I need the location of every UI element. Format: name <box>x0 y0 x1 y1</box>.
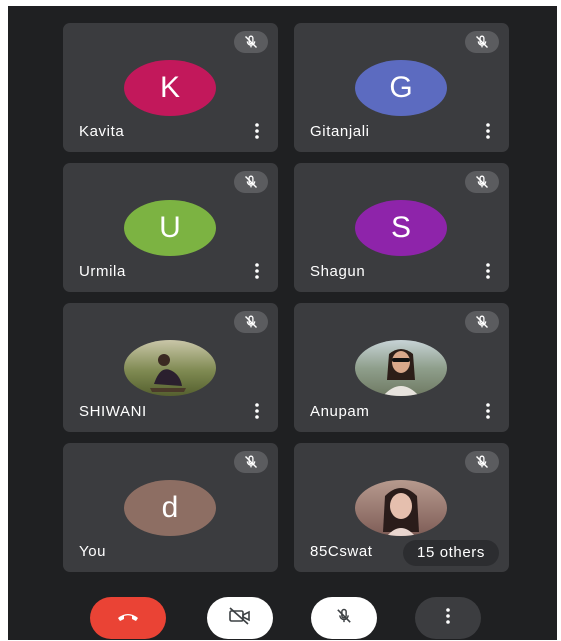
participant-name: Gitanjali <box>310 123 370 140</box>
mic-toggle-button[interactable] <box>311 597 377 639</box>
participant-name: SHIWANI <box>79 403 147 420</box>
participant-name: You <box>79 543 107 560</box>
mic-off-icon <box>234 171 268 193</box>
participant-name: Kavita <box>79 123 125 140</box>
participant-tile-you[interactable]: d You <box>63 443 278 572</box>
mic-off-icon <box>465 31 499 53</box>
participant-tile-kavita[interactable]: K Kavita <box>63 23 278 152</box>
end-call-button[interactable] <box>90 597 166 639</box>
avatar-photo <box>355 340 447 396</box>
participant-name: Anupam <box>310 403 370 420</box>
more-options-icon[interactable] <box>481 122 495 140</box>
more-options-icon[interactable] <box>481 402 495 420</box>
participant-tile-shiwani[interactable]: SHIWANI <box>63 303 278 432</box>
avatar: K <box>124 60 216 116</box>
others-count-badge[interactable]: 15 others <box>403 540 499 566</box>
mic-off-icon <box>234 311 268 333</box>
meeting-screen: K Kavita G Gitanjali U Urmila S Shagun S… <box>8 6 557 640</box>
avatar: G <box>355 60 447 116</box>
more-options-icon[interactable] <box>250 262 264 280</box>
participant-tile-85cswat[interactable]: 85Cswat 15 others <box>294 443 509 572</box>
avatar: U <box>124 200 216 256</box>
avatar-initial: G <box>389 71 413 104</box>
mic-off-icon <box>234 451 268 473</box>
avatar-initial: U <box>159 211 181 244</box>
avatar-initial: d <box>161 491 179 524</box>
mic-off-icon <box>465 311 499 333</box>
participant-name: Urmila <box>79 263 126 280</box>
participant-tile-urmila[interactable]: U Urmila <box>63 163 278 292</box>
camera-off-icon <box>228 606 252 630</box>
avatar-photo <box>124 340 216 396</box>
more-options-icon[interactable] <box>250 122 264 140</box>
avatar-photo <box>355 480 447 536</box>
avatar-initial: S <box>390 211 411 244</box>
participant-tile-gitanjali[interactable]: G Gitanjali <box>294 23 509 152</box>
camera-toggle-button[interactable] <box>207 597 273 639</box>
mic-off-icon <box>465 171 499 193</box>
mic-off-icon <box>234 31 268 53</box>
avatar-initial: K <box>159 71 180 104</box>
participant-tile-shagun[interactable]: S Shagun <box>294 163 509 292</box>
more-options-icon[interactable] <box>250 402 264 420</box>
mic-off-icon <box>465 451 499 473</box>
participant-name: 85Cswat <box>310 543 373 560</box>
avatar: S <box>355 200 447 256</box>
end-call-icon <box>116 609 140 627</box>
more-options-icon <box>446 607 450 629</box>
participant-name: Shagun <box>310 263 366 280</box>
more-options-icon[interactable] <box>481 262 495 280</box>
mic-off-icon <box>335 607 353 630</box>
avatar: d <box>124 480 216 536</box>
participant-tile-anupam[interactable]: Anupam <box>294 303 509 432</box>
more-options-button[interactable] <box>415 597 481 639</box>
